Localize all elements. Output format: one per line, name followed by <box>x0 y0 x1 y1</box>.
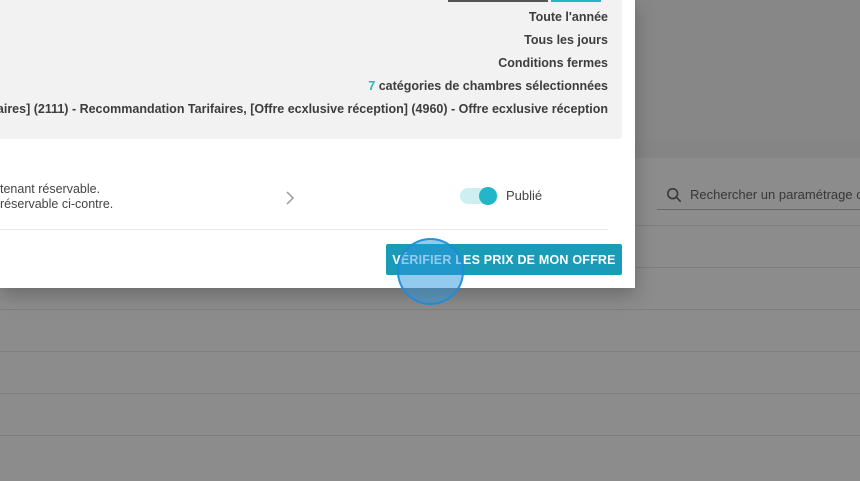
summary-line-cut <box>448 0 608 3</box>
summary-conditions: Conditions fermes <box>498 56 608 70</box>
status-description-line2: réservable ci-contre. <box>0 197 114 211</box>
summary-room-categories: 7 catégories de chambres sélectionnées <box>368 79 608 93</box>
publish-toggle-label: Publié <box>506 188 543 203</box>
summary-days: Tous les jours <box>524 33 608 47</box>
publish-toggle[interactable] <box>460 186 498 206</box>
offer-summary-panel: Toute l'année Tous les jours Conditions … <box>0 0 622 139</box>
summary-rates: aires] (2111) - Recommandation Tarifaire… <box>0 102 608 116</box>
offer-modal: Toute l'année Tous les jours Conditions … <box>0 0 635 288</box>
summary-period: Toute l'année <box>528 10 608 24</box>
chevron-right-icon[interactable] <box>283 190 297 206</box>
modal-footer-divider <box>0 229 608 230</box>
room-categories-text: catégories de chambres sélectionnées <box>375 79 608 93</box>
status-description-line1: tenant réservable. <box>0 182 101 196</box>
verify-prices-button[interactable]: VÉRIFIER LES PRIX DE MON OFFRE <box>386 244 622 275</box>
toggle-knob <box>479 187 497 205</box>
